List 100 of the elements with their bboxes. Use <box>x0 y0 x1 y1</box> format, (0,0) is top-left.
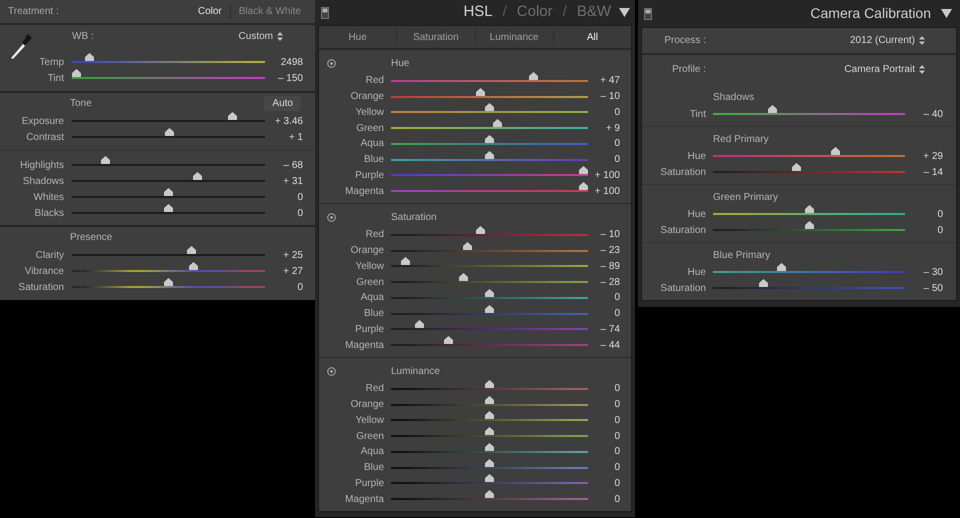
collapse-triangle-icon <box>619 8 630 17</box>
slider-label: Hue <box>686 208 706 222</box>
slider-value: 0 <box>296 280 303 294</box>
slider-label: Purple <box>354 322 384 337</box>
tab[interactable]: All <box>554 30 631 44</box>
slider-label: Yellow <box>354 414 384 428</box>
slider-label: Magenta <box>344 184 384 199</box>
slider-value: – 68 <box>282 158 303 172</box>
slider-label: Orange <box>350 90 384 104</box>
slider-value: – 74 <box>600 322 620 337</box>
wb-dropdown[interactable]: Custom <box>238 28 283 44</box>
setting-label: Profile : <box>671 62 706 76</box>
slider-value: 0 <box>296 206 303 220</box>
eyedropper-icon <box>8 33 32 59</box>
target-adjust-icon <box>327 212 336 222</box>
panel-mode-tab[interactable]: HSL <box>461 1 495 24</box>
slider-label: Red <box>364 382 384 396</box>
slider-thumb[interactable] <box>579 166 588 174</box>
slider-value: – 40 <box>922 108 943 122</box>
target-adjust-icon <box>327 366 336 376</box>
slider-value: + 47 <box>599 74 620 88</box>
slider-label: Magenta <box>344 492 384 507</box>
slider-label: Blue <box>362 461 384 476</box>
slider-thumb[interactable] <box>72 69 81 77</box>
slider-value: 0 <box>613 430 620 444</box>
separator-slash: / <box>502 2 508 22</box>
slider-value: 0 <box>613 445 620 460</box>
slider-label: Aqua <box>360 137 384 152</box>
section-title: Red Primary <box>713 132 769 146</box>
slider-label: Magenta <box>344 338 384 353</box>
slider-label: Aqua <box>360 291 384 306</box>
section-title: Saturation <box>391 210 437 224</box>
slider-value: 0 <box>613 382 620 396</box>
slider-label: Temp <box>38 56 64 70</box>
slider-label: Tint <box>46 72 64 86</box>
slider-thumb[interactable] <box>579 182 588 190</box>
slider-label: Purple <box>354 476 384 491</box>
slider-label: Hue <box>686 150 706 164</box>
slider-value: – 44 <box>600 338 620 353</box>
slider-label: Tint <box>688 108 706 122</box>
tab[interactable]: Luminance <box>476 30 553 44</box>
slider-value: + 100 <box>594 184 620 199</box>
slider-value: 0 <box>613 137 620 152</box>
target-adjust-icon <box>327 58 336 68</box>
slider-value: – 89 <box>600 260 620 274</box>
slider-label: Saturation <box>17 280 64 294</box>
slider-value: 0 <box>936 208 943 222</box>
slider-label: Blacks <box>34 206 64 220</box>
section-title: Hue <box>391 56 410 70</box>
slider-value: 2498 <box>280 56 303 70</box>
slider-label: Exposure <box>20 114 64 128</box>
slider-label: Clarity <box>34 248 64 262</box>
slider-label: Whites <box>32 190 64 204</box>
slider-value: 0 <box>613 476 620 491</box>
slider-label: Highlights <box>19 158 64 172</box>
slider-label: Contrast <box>25 130 64 144</box>
slider-label: Shadows <box>22 174 64 188</box>
slider-thumb[interactable] <box>164 278 173 286</box>
slider-thumb[interactable] <box>188 262 198 270</box>
slider-label: Yellow <box>354 106 384 120</box>
slider-label: Orange <box>350 398 384 412</box>
slider-value: + 9 <box>604 122 620 136</box>
tab[interactable]: Saturation <box>397 30 474 44</box>
slider-value: 0 <box>613 106 620 120</box>
slider-label: Blue <box>362 153 384 168</box>
slider-label: Green <box>355 430 384 444</box>
slider-value: + 3.46 <box>274 114 303 128</box>
slider-value: 0 <box>296 190 303 204</box>
section-title: Luminance <box>391 364 440 378</box>
setting-label: Process : <box>663 34 706 48</box>
auto-button[interactable]: Auto <box>264 96 301 110</box>
tab[interactable]: Hue <box>319 30 396 44</box>
slider-value: + 25 <box>282 248 303 262</box>
slider-label: Saturation <box>659 224 706 238</box>
slider-value: – 14 <box>922 166 943 180</box>
slider-label: Yellow <box>354 260 384 274</box>
slider-value: 0 <box>613 398 620 412</box>
treatment-label: Treatment : <box>8 5 59 19</box>
slider-value: + 100 <box>594 168 620 183</box>
wb-label: WB : <box>72 30 94 44</box>
treatment-option[interactable]: Color <box>190 4 230 19</box>
setting-dropdown[interactable]: 2012 (Current) <box>850 33 925 48</box>
slider-value: – 28 <box>600 276 620 290</box>
slider-label: Aqua <box>360 445 384 460</box>
panel-switch-icon <box>321 6 329 18</box>
slider-label: Purple <box>354 168 384 183</box>
collapse-triangle-icon <box>941 9 952 18</box>
slider-label: Vibrance <box>24 264 64 278</box>
slider-value: 0 <box>613 492 620 507</box>
slider-thumb[interactable] <box>401 257 410 266</box>
slider-value: – 50 <box>922 282 943 296</box>
section-title: Presence <box>70 230 112 244</box>
slider-value: 0 <box>936 224 943 238</box>
slider-label: Hue <box>686 266 706 280</box>
section-title: Blue Primary <box>713 248 770 262</box>
up-down-arrows-icon <box>919 64 925 74</box>
slider-label: Green <box>355 276 384 290</box>
setting-dropdown[interactable]: Camera Portrait <box>844 62 925 76</box>
section-title: Shadows <box>713 90 754 104</box>
slider-value: – 30 <box>922 266 943 280</box>
